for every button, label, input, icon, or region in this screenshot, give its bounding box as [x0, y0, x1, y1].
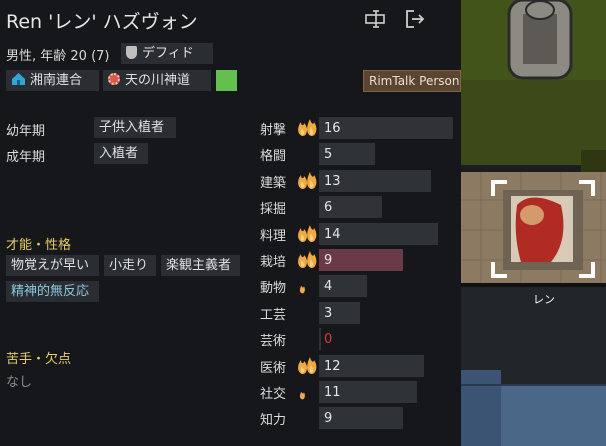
- skill-level: 6: [324, 200, 333, 215]
- skill-level: 16: [324, 121, 341, 136]
- major-passion-flame-icon: [296, 249, 318, 273]
- ideology-chip[interactable]: 天の川神道: [103, 70, 211, 91]
- trait-optimist[interactable]: 楽観主義者: [161, 255, 240, 276]
- rename-icon[interactable]: [364, 8, 386, 30]
- skill-name: 芸術: [260, 334, 287, 349]
- banish-icon[interactable]: [404, 8, 426, 30]
- childhood-backstory[interactable]: 子供入植者: [94, 117, 176, 138]
- character-panel: Ren 'レン' ハズヴォン 男性, 年齢 20 (7) デフィド 湘南連合 天…: [0, 0, 461, 446]
- skill-name: 社交: [260, 387, 287, 402]
- pawn-name[interactable]: Ren 'レン' ハズヴォン: [6, 7, 198, 34]
- xenotype-shield-icon: [126, 46, 137, 59]
- adulthood-label: 成年期: [6, 150, 46, 165]
- skill-name: 動物: [260, 281, 287, 296]
- skill-level: 3: [324, 306, 333, 321]
- traits-title: 才能・性格: [6, 238, 72, 253]
- ideology-label: 天の川神道: [125, 73, 191, 88]
- skill-name: 格闘: [260, 149, 287, 164]
- world-view: レン: [461, 0, 606, 446]
- major-passion-flame-icon: [296, 355, 318, 379]
- trait-jogger[interactable]: 小走り: [104, 255, 156, 276]
- faction-house-icon: [12, 73, 25, 85]
- skill-name: 知力: [260, 413, 287, 428]
- major-passion-flame-icon: [296, 223, 318, 247]
- skill-name: 料理: [260, 229, 287, 244]
- incapable-none: なし: [6, 375, 33, 390]
- skill-bar[interactable]: [319, 328, 321, 350]
- incapable-title: 苦手・欠点: [6, 352, 72, 367]
- minor-passion-flame-icon: [296, 385, 308, 404]
- world-map: [461, 0, 606, 446]
- xenotype-label: デフィド: [142, 46, 194, 61]
- major-passion-flame-icon: [296, 170, 318, 194]
- gender-age[interactable]: 男性, 年齢 20 (7): [6, 45, 110, 64]
- skill-level: 11: [324, 385, 341, 400]
- skill-name: 採掘: [260, 202, 287, 217]
- ideology-sun-icon: [108, 73, 120, 85]
- trait-psychically-dull[interactable]: 精神的無反応: [6, 281, 99, 302]
- skill-name: 栽培: [260, 255, 287, 270]
- skill-name: 工芸: [260, 308, 287, 323]
- skill-level: 13: [324, 174, 341, 189]
- skill-level: 4: [324, 279, 333, 294]
- skill-name: 射撃: [260, 123, 287, 138]
- adulthood-backstory[interactable]: 入植者: [94, 143, 148, 164]
- major-passion-flame-icon: [296, 117, 318, 141]
- faction-chip[interactable]: 湘南連合: [6, 70, 99, 91]
- skill-level: 12: [324, 359, 341, 374]
- skill-level: 9: [324, 411, 333, 426]
- skill-level: 5: [324, 147, 333, 162]
- trait-fast-learner[interactable]: 物覚えが早い: [6, 255, 99, 276]
- childhood-label: 幼年期: [6, 124, 46, 139]
- portrait-label[interactable]: レン: [533, 291, 555, 307]
- skill-name: 建築: [260, 176, 287, 191]
- xenotype-chip[interactable]: デフィド: [121, 43, 213, 64]
- skill-level: 14: [324, 227, 341, 242]
- faction-color-swatch[interactable]: [216, 70, 237, 91]
- minor-passion-flame-icon: [296, 279, 308, 298]
- skill-level: 9: [324, 253, 333, 268]
- faction-label: 湘南連合: [30, 73, 83, 88]
- skill-level: 0: [324, 332, 333, 347]
- skill-name: 医術: [260, 361, 287, 376]
- rimtalk-persona-button[interactable]: RimTalk Persona: [363, 70, 461, 92]
